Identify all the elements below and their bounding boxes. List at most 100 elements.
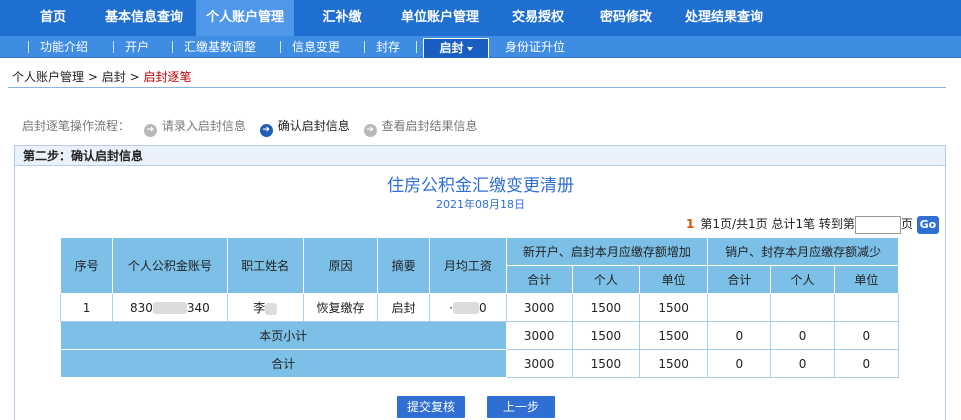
header-wage: 月均工资: [429, 237, 507, 294]
cell-dec-personal: [770, 293, 835, 322]
document-date: 2021年08月18日: [436, 198, 525, 211]
subnav-info-change[interactable]: 信息变更: [292, 36, 340, 58]
subtotal-dec-personal: 0: [770, 321, 835, 350]
submit-review-button[interactable]: 提交复核: [397, 396, 465, 418]
arrow-right-circle-icon: ➜: [143, 124, 157, 137]
pager-suffix: 页: [900, 217, 913, 231]
topnav-authorization[interactable]: 交易授权: [496, 0, 580, 36]
total-dec-personal: 0: [770, 349, 835, 378]
breadcrumb: 个人账户管理 > 启封 > 启封逐笔: [12, 68, 191, 85]
breadcrumb-current: 启封逐笔: [143, 70, 192, 84]
table-header-row: 序号 个人公积金账号 职工姓名 原因 摘要 月均工资 新开户、启封本月应缴存额增…: [59, 237, 899, 294]
subnav-divider: [28, 41, 29, 53]
total-dec-total: 0: [707, 349, 772, 378]
pager-info: 第1页/共1页 总计1笔 转到第: [700, 217, 855, 231]
panel-title: 第二步：确认启封信息: [15, 146, 945, 166]
breadcrumb-divider: [8, 87, 946, 88]
header-increase-group: 新开户、启封本月应缴存额增加: [505, 237, 709, 266]
total-inc-total: 3000: [505, 349, 573, 378]
subnav-divider: [172, 41, 173, 53]
top-nav: 首页 基本信息查询 个人账户管理 汇补缴 单位账户管理 交易授权 密码修改 处理…: [0, 0, 961, 36]
name-visible: 李: [253, 301, 266, 315]
header-reason: 原因: [302, 237, 379, 294]
subtotal-inc-personal: 1500: [571, 321, 640, 350]
redacted-mask: [152, 302, 187, 314]
subnav-open-account[interactable]: 开户: [125, 36, 149, 58]
subtotal-dec-total: 0: [707, 321, 772, 350]
go-button[interactable]: Go: [916, 215, 939, 234]
cell-reason: 恢复缴存: [302, 293, 379, 322]
cell-dec-total: [707, 293, 772, 322]
breadcrumb-separator: >: [87, 70, 98, 84]
cell-account: 830 340: [112, 293, 228, 322]
cell-seq: 1: [59, 293, 114, 322]
flow-step-1: ➜ 请录入启封信息: [143, 117, 246, 137]
change-list-table: 序号 个人公积金账号 职工姓名 原因 摘要 月均工资 新开户、启封本月应缴存额增…: [59, 237, 900, 378]
subnav-divider: [280, 41, 281, 53]
subnav-unseal[interactable]: 启封: [423, 38, 489, 58]
total-row: 合计 3000 1500 1500 0 0 0: [60, 349, 900, 378]
flow-step-3: ➜ 查看启封结果信息: [363, 117, 478, 137]
total-inc-personal: 1500: [571, 349, 640, 378]
cell-inc-total: 3000: [505, 293, 573, 322]
process-flow: 启封逐笔操作流程： ➜ 请录入启封信息 ➜ 确认启封信息 ➜ 查看启封结果信息: [22, 117, 488, 137]
wage-suffix: 0: [478, 300, 487, 315]
subnav-divider: [113, 41, 114, 53]
account-suffix: 340: [186, 300, 210, 315]
header-seq: 序号: [59, 237, 114, 294]
header-name: 职工姓名: [226, 237, 304, 294]
topnav-unit-account[interactable]: 单位账户管理: [388, 0, 492, 36]
header-inc-total: 合计: [505, 265, 573, 294]
topnav-password[interactable]: 密码修改: [584, 0, 668, 36]
breadcrumb-personal-account[interactable]: 个人账户管理: [12, 70, 84, 84]
redacted-mask: [452, 302, 479, 314]
sub-nav: 功能介绍 开户 汇缴基数调整 信息变更 封存 启封 身份证升位: [0, 36, 961, 58]
flow-label: 启封逐笔操作流程：: [22, 119, 131, 133]
account-prefix: 830: [129, 300, 153, 315]
cell-inc-personal: 1500: [571, 293, 640, 322]
subtotal-inc-total: 3000: [505, 321, 573, 350]
header-inc-personal: 个人: [571, 265, 640, 294]
subnav-seal[interactable]: 封存: [376, 36, 400, 58]
page-jump-input[interactable]: [854, 215, 901, 234]
subtotal-row: 本页小计 3000 1500 1500 0 0 0: [60, 321, 900, 350]
subtotal-label: 本页小计: [60, 321, 507, 350]
total-label: 合计: [60, 349, 507, 378]
header-summary: 摘要: [377, 237, 431, 294]
header-decrease-group: 销户、封存本月应缴存额减少: [707, 237, 899, 266]
total-inc-unit: 1500: [638, 349, 709, 378]
cell-inc-unit: 1500: [638, 293, 709, 322]
arrow-right-circle-icon: ➜: [259, 124, 273, 137]
breadcrumb-unseal[interactable]: 启封: [102, 70, 126, 84]
topnav-results[interactable]: 处理结果查询: [672, 0, 776, 36]
previous-step-button[interactable]: 上一步: [487, 396, 555, 418]
subnav-intro[interactable]: 功能介绍: [40, 36, 88, 58]
header-dec-unit: 单位: [833, 265, 900, 294]
topnav-remit[interactable]: 汇补缴: [300, 0, 384, 36]
header-account: 个人公积金账号: [112, 237, 228, 294]
flow-step-2: ➜ 确认启封信息: [259, 117, 350, 137]
topnav-basic-info[interactable]: 基本信息查询: [92, 0, 196, 36]
arrow-right-circle-icon: ➜: [363, 124, 377, 137]
cell-summary: 启封: [377, 293, 431, 322]
topnav-home[interactable]: 首页: [20, 0, 86, 36]
document-title: 住房公积金汇缴变更清册: [387, 176, 574, 196]
cell-name: 李: [226, 293, 304, 322]
header-inc-unit: 单位: [638, 265, 709, 294]
subnav-divider: [364, 41, 365, 53]
flow-step-1-label: 请录入启封信息: [161, 119, 246, 133]
subnav-id-upgrade[interactable]: 身份证升位: [505, 36, 565, 58]
subnav-base-adjust[interactable]: 汇缴基数调整: [184, 36, 256, 58]
chevron-down-icon: [466, 46, 473, 51]
subnav-unseal-label: 启封: [439, 41, 464, 55]
header-dec-personal: 个人: [770, 265, 835, 294]
topnav-personal-account[interactable]: 个人账户管理: [196, 0, 294, 36]
subtotal-inc-unit: 1500: [638, 321, 709, 350]
breadcrumb-separator: >: [129, 70, 140, 84]
pager: 1 第1页/共1页 总计1笔 转到第 页 Go: [686, 215, 939, 234]
flow-step-3-label: 查看启封结果信息: [381, 119, 478, 133]
pager-current-page: 1: [686, 217, 695, 231]
cell-dec-unit: [833, 293, 900, 322]
flow-step-2-label: 确认启封信息: [277, 119, 350, 133]
redacted-mask: [265, 302, 278, 315]
